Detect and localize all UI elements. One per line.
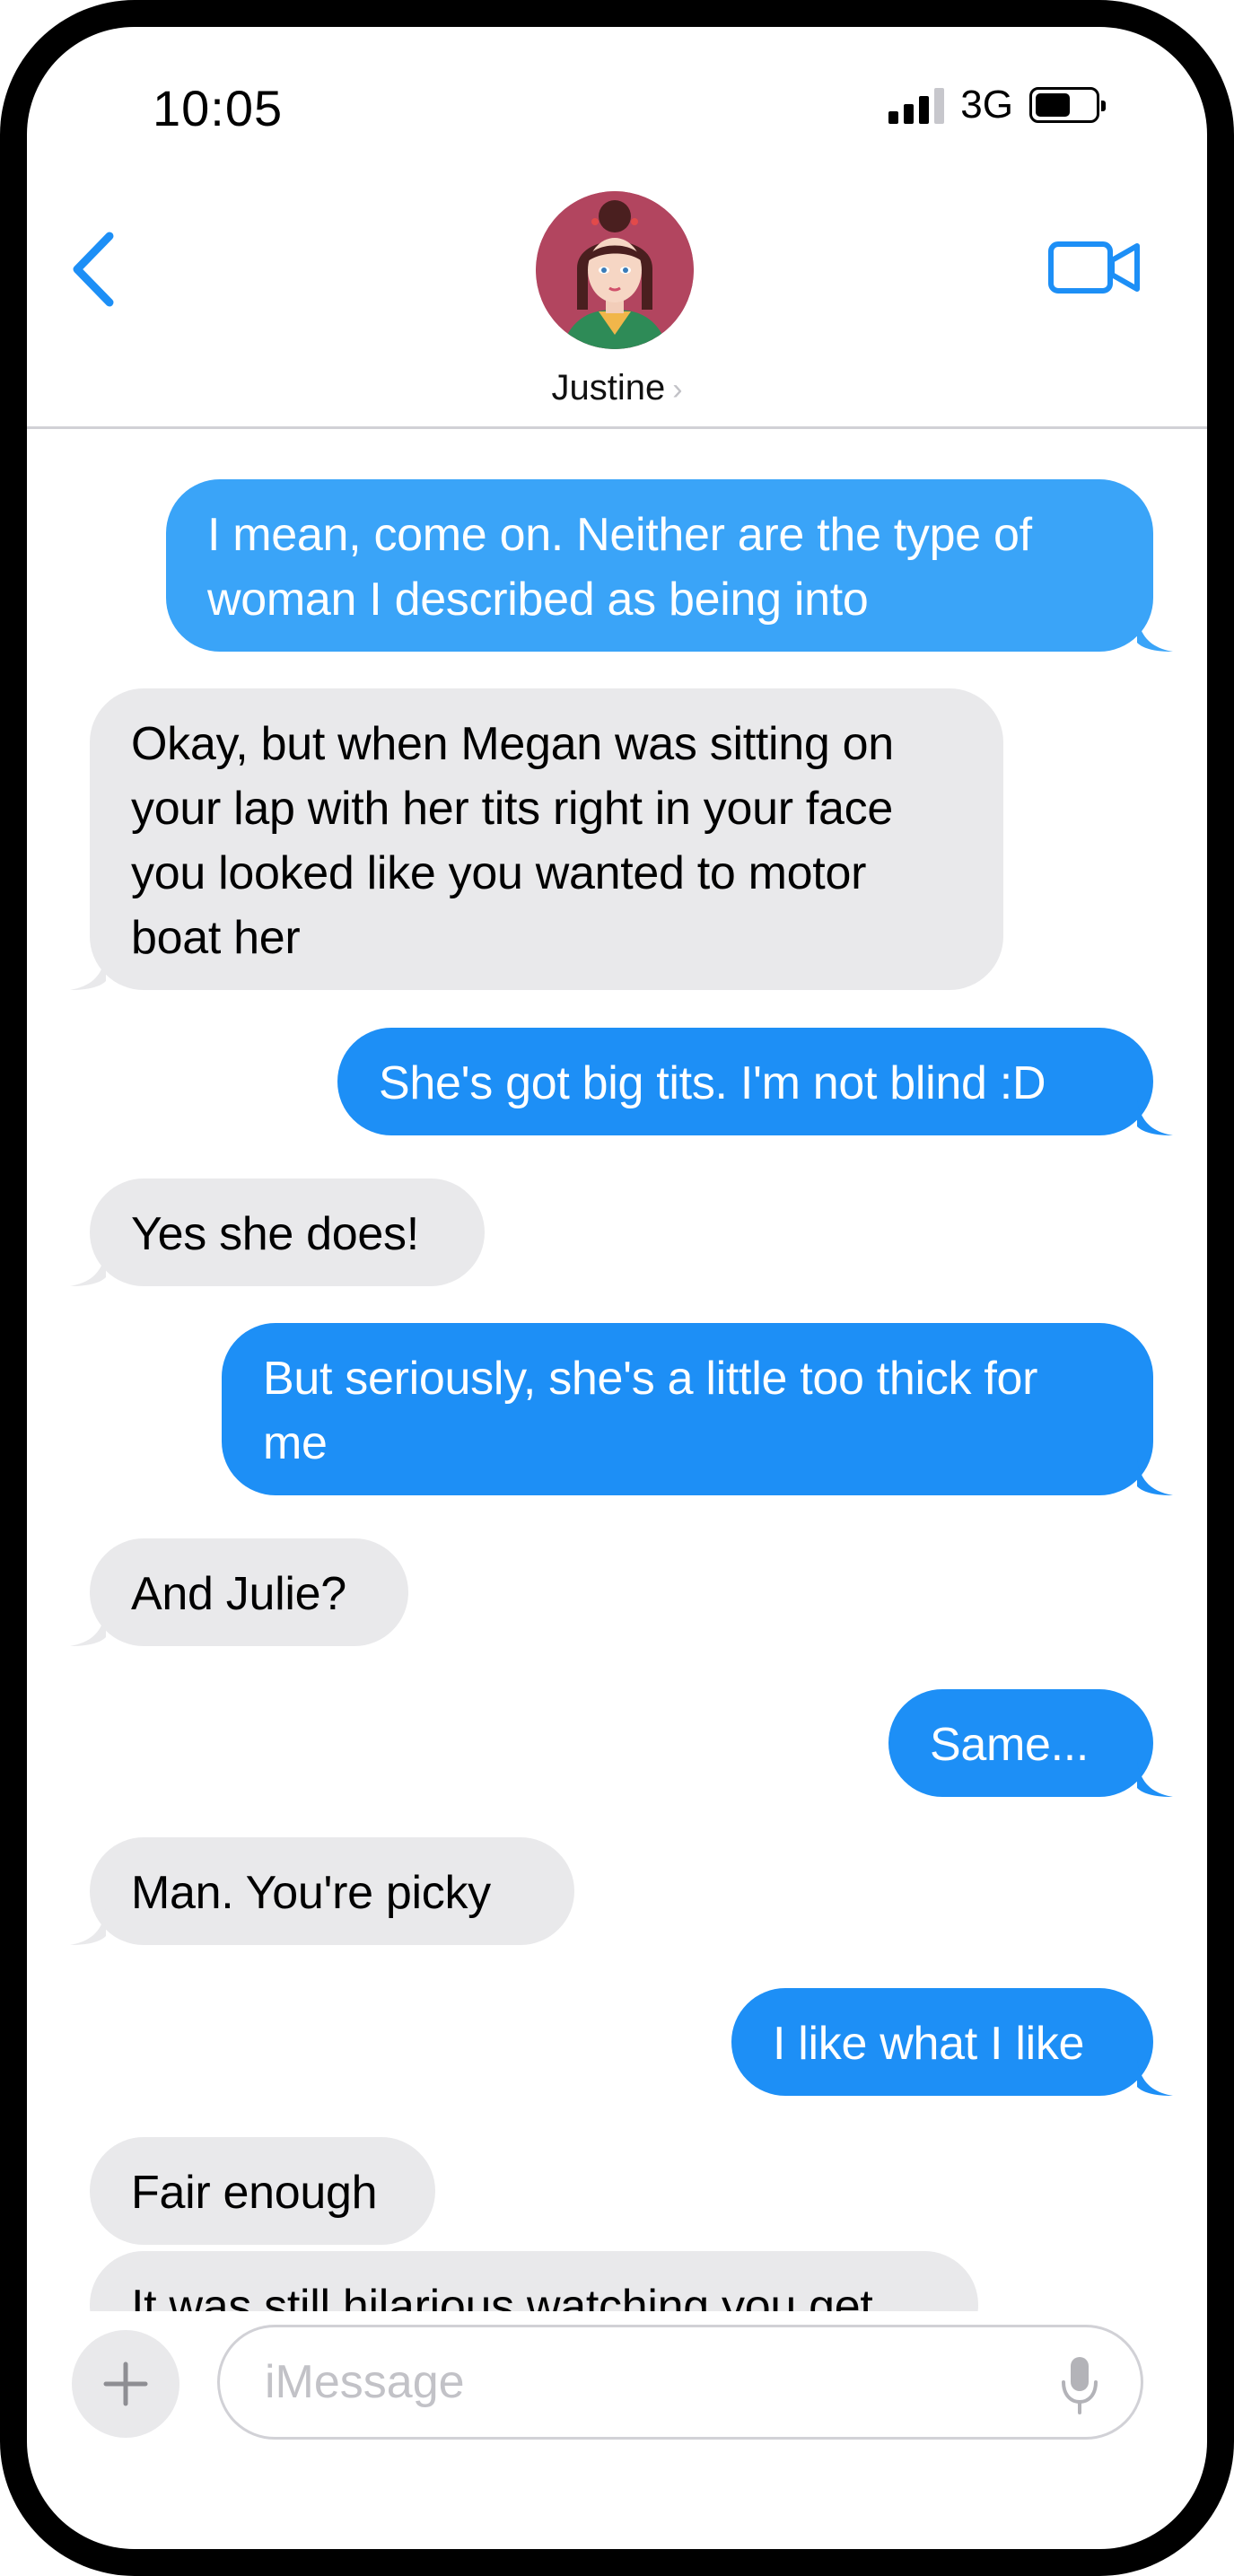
- apps-button[interactable]: [72, 2330, 179, 2438]
- message-bubble-received[interactable]: Okay, but when Megan was sitting on your…: [70, 688, 1003, 990]
- microphone-icon: [1062, 2357, 1098, 2414]
- contact-name-button[interactable]: Justine ›: [27, 368, 1207, 408]
- bubble-tail: [70, 1250, 106, 1286]
- message-bubble-sent[interactable]: I like what I like: [731, 1988, 1173, 2096]
- message-thread[interactable]: I mean, come on. Neither are the type of…: [27, 431, 1207, 2311]
- message-bubble-sent[interactable]: Same...: [888, 1689, 1173, 1797]
- message-bubble-received[interactable]: And Julie?: [70, 1538, 408, 1646]
- video-camera-icon: [1048, 241, 1140, 294]
- message-bubble-sent[interactable]: But seriously, she's a little too thick …: [222, 1323, 1173, 1495]
- bubble-tail: [70, 1909, 106, 1945]
- message-bubble-received[interactable]: Fair enough: [90, 2137, 435, 2245]
- status-time: 10:05: [153, 80, 284, 136]
- phone-frame: 10:05 3G Justine › I mean, come on. Neit…: [0, 0, 1234, 2576]
- bubble-tail: [1137, 616, 1173, 652]
- screen: 10:05 3G Justine › I mean, come on. Neit…: [27, 27, 1207, 2549]
- bubble-tail: [70, 1610, 106, 1646]
- bubble-tail: [1137, 2060, 1173, 2096]
- message-bubble-received[interactable]: Yes she does!: [70, 1178, 485, 1286]
- avatar-illustration: [536, 191, 694, 349]
- bubble-tail: [1137, 1761, 1173, 1797]
- microphone-button[interactable]: [1057, 2353, 1102, 2416]
- message-bubble-received[interactable]: It was still hilarious watching you get: [90, 2251, 978, 2311]
- header-divider: [27, 426, 1207, 429]
- network-type: 3G: [960, 83, 1013, 127]
- message-input[interactable]: [217, 2325, 1143, 2440]
- chevron-right-icon: ›: [672, 372, 683, 407]
- video-call-button[interactable]: [1046, 232, 1144, 303]
- bubble-tail: [1137, 1100, 1173, 1135]
- message-bubble-sent[interactable]: I mean, come on. Neither are the type of…: [166, 479, 1173, 652]
- contact-avatar[interactable]: [536, 191, 694, 349]
- chevron-left-icon: [73, 232, 114, 307]
- back-button[interactable]: [63, 220, 144, 319]
- bubble-tail: [70, 954, 106, 990]
- plus-icon: [103, 2361, 148, 2406]
- battery-icon: [1029, 87, 1106, 123]
- status-indicators: 3G: [888, 83, 1106, 127]
- contact-name: Justine: [551, 368, 666, 407]
- bubble-tail: [1137, 1459, 1173, 1495]
- signal-icon: [888, 86, 945, 124]
- message-bubble-sent[interactable]: She's got big tits. I'm not blind :D: [337, 1028, 1173, 1135]
- message-bubble-received[interactable]: Man. You're picky: [70, 1837, 574, 1945]
